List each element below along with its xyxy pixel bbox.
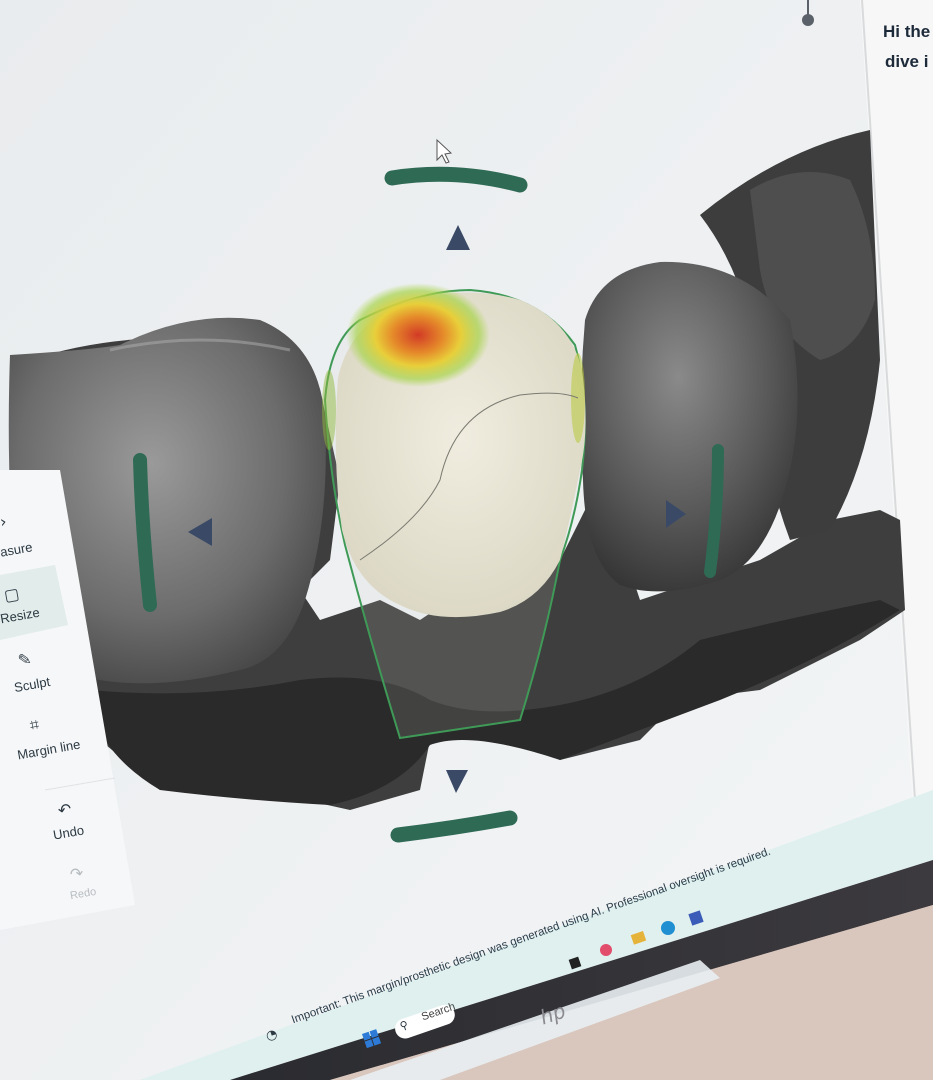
- chat-greeting-line1: Hi the: [883, 22, 931, 41]
- contact-heatmap: [346, 283, 490, 387]
- chat-greeting-line2: dive i: [885, 52, 929, 71]
- resize-icon[interactable]: ▢: [2, 584, 20, 605]
- slider-knob: [802, 14, 814, 26]
- copilot-icon: [600, 944, 612, 956]
- viewport-photo: [0, 0, 933, 1080]
- edge-icon: [661, 921, 675, 935]
